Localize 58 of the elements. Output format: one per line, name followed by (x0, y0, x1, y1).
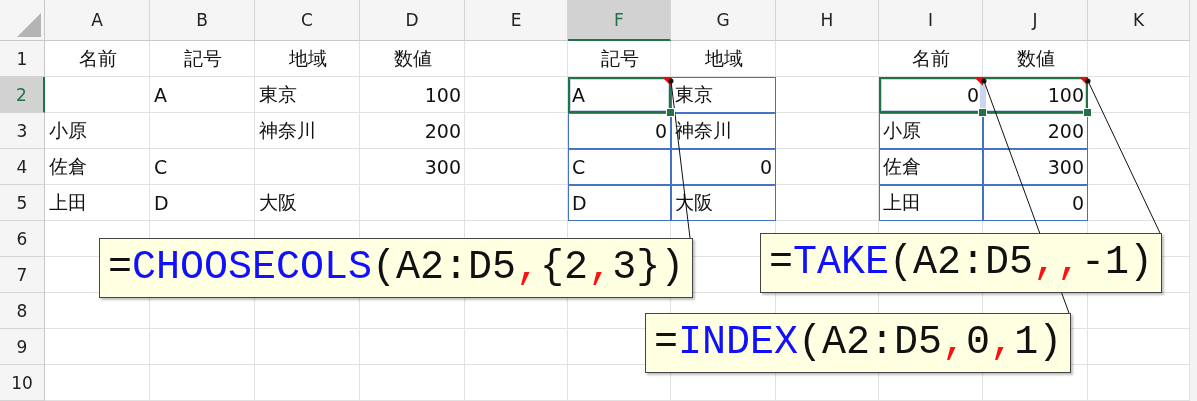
sheet-cell[interactable]: 0 (568, 113, 671, 149)
sheet-cell[interactable]: 0 (983, 185, 1088, 221)
row-header[interactable]: 3 (0, 113, 45, 149)
column-header[interactable]: F (568, 0, 671, 41)
sheet-cell[interactable]: A (150, 77, 255, 113)
row-header[interactable]: 6 (0, 221, 45, 257)
row-header[interactable]: 9 (0, 329, 45, 365)
formula-tooltip: =CHOOSECOLS(A2:D5,{2,3}) (99, 238, 694, 298)
sheet-cell[interactable]: 上田 (45, 185, 150, 221)
sheet-cell[interactable]: 0 (879, 77, 983, 113)
sheet-cell[interactable]: 数値 (983, 41, 1088, 77)
sheet-cell[interactable]: 名前 (879, 41, 983, 77)
sheet-cell[interactable]: 神奈川 (255, 113, 360, 149)
sheet-cell[interactable]: 上田 (879, 185, 983, 221)
formula-tooltip: =INDEX(A2:D5,0,1) (645, 313, 1072, 373)
sheet-cell[interactable]: 名前 (45, 41, 150, 77)
row-header[interactable]: 1 (0, 41, 45, 77)
sheet-cell[interactable]: D (150, 185, 255, 221)
column-header[interactable]: J (983, 0, 1088, 41)
sheet-cell[interactable]: 200 (360, 113, 465, 149)
sheet-cell[interactable]: 佐倉 (879, 149, 983, 185)
column-header[interactable]: E (465, 0, 568, 41)
sheet-cell[interactable]: D (568, 185, 671, 221)
sheet-cell[interactable]: 地域 (255, 41, 360, 77)
sheet-cell[interactable]: 東京 (255, 77, 360, 113)
sheet-cell[interactable]: 300 (983, 149, 1088, 185)
sheet-cell[interactable]: 記号 (150, 41, 255, 77)
sheet-cell[interactable]: 数値 (360, 41, 465, 77)
sheet-cell[interactable]: 記号 (568, 41, 671, 77)
column-header[interactable]: A (45, 0, 150, 41)
row-header[interactable]: 4 (0, 149, 45, 185)
column-header[interactable]: G (671, 0, 776, 41)
sheet-cell[interactable]: C (568, 149, 671, 185)
sheet-cell[interactable]: 地域 (671, 41, 776, 77)
row-header[interactable]: 2 (0, 77, 45, 113)
sheet-cell[interactable]: 200 (983, 113, 1088, 149)
sheet-cell[interactable]: 小原 (879, 113, 983, 149)
column-header[interactable]: B (150, 0, 255, 41)
column-header[interactable]: D (360, 0, 465, 41)
sheet-cell[interactable]: 佐倉 (45, 149, 150, 185)
column-header[interactable]: C (255, 0, 360, 41)
sheet-cell[interactable]: 東京 (671, 77, 776, 113)
sheet-cell[interactable]: A (568, 77, 671, 113)
sheet-cell[interactable]: 大阪 (255, 185, 360, 221)
row-header[interactable]: 5 (0, 185, 45, 221)
column-header[interactable]: H (776, 0, 879, 41)
column-header[interactable]: I (879, 0, 983, 41)
sheet-cell[interactable]: 300 (360, 149, 465, 185)
sheet-cell[interactable]: 100 (983, 77, 1088, 113)
sheet-cell[interactable]: 小原 (45, 113, 150, 149)
row-header[interactable]: 7 (0, 257, 45, 293)
column-header[interactable]: K (1088, 0, 1190, 41)
row-header[interactable]: 8 (0, 293, 45, 329)
row-header[interactable]: 10 (0, 365, 45, 401)
sheet-cell[interactable]: 100 (360, 77, 465, 113)
formula-tooltip: =TAKE(A2:D5,,-1) (760, 233, 1163, 293)
sheet-cell[interactable]: 0 (671, 149, 776, 185)
sheet-cell[interactable]: C (150, 149, 255, 185)
